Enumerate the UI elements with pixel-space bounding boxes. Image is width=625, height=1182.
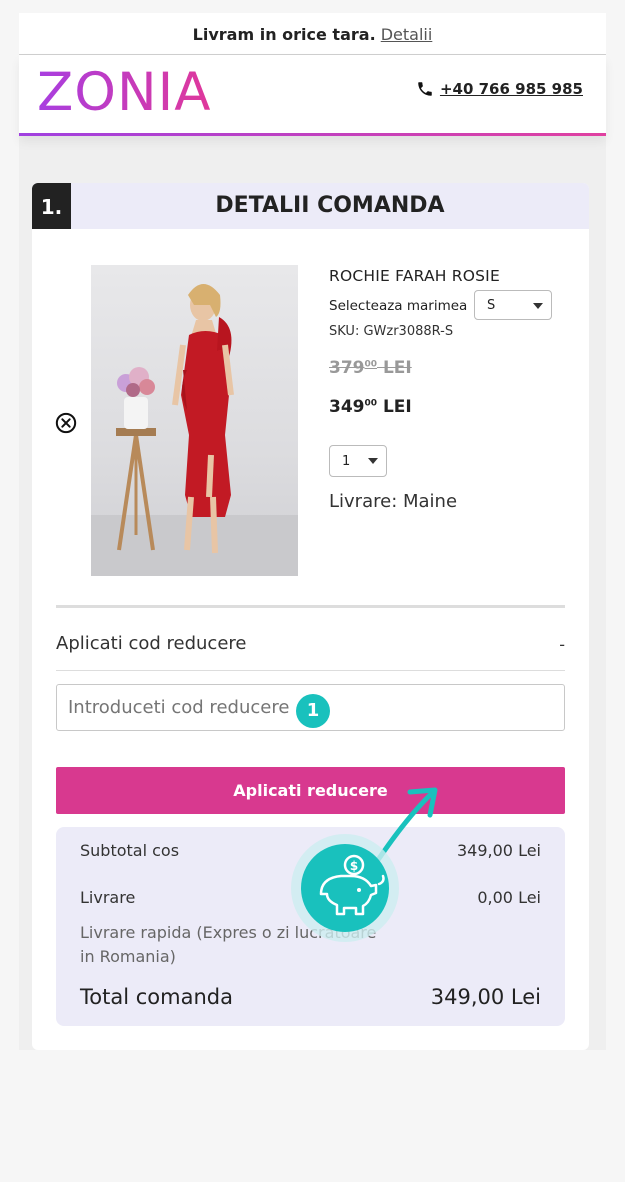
piggy-bank-icon: $ [291,834,399,942]
size-value: S [487,298,496,313]
shipping-label: Livrare [80,888,136,907]
site-header: ZONIA +40 766 985 985 [19,55,606,136]
delivery-estimate: Livrare: Maine [329,491,458,512]
discount-toggle-label[interactable]: Aplicati cod reducere [56,633,246,654]
current-price: 34900 LEI [329,397,412,417]
chevron-down-icon [533,303,543,309]
card-title: DETALII COMANDA [215,193,445,218]
product-name[interactable]: ROCHIE FARAH ROSIE [329,267,500,285]
card-header: 1. DETALII COMANDA [32,183,589,229]
step-number: 1. [32,183,71,229]
step-badge: 1 [296,694,330,728]
total-row: Total comanda 349,00 Lei [80,985,541,1009]
remove-icon[interactable] [55,412,77,434]
shipping-value: 0,00 Lei [477,888,541,907]
total-value: 349,00 Lei [430,985,541,1009]
chevron-down-icon [368,458,378,464]
old-price: 37900 LEI [329,358,412,378]
total-label: Total comanda [80,985,233,1009]
discount-toggle[interactable]: - [559,635,565,654]
product-sku: SKU: GWzr3088R-S [329,324,454,339]
shipping-notice-bar: Livram in orice tara. Detalii [19,13,606,55]
subtotal-value: 349,00 Lei [457,841,541,860]
divider [56,605,565,608]
phone-number: +40 766 985 985 [439,80,583,98]
subtotal-label: Subtotal cos [80,841,180,860]
divider [56,670,565,671]
logo[interactable]: ZONIA [37,61,212,125]
svg-text:$: $ [350,859,358,873]
phone-link[interactable]: +40 766 985 985 [416,80,583,98]
size-select[interactable]: S [474,290,552,320]
size-label: Selecteaza marimea [329,298,468,314]
details-link[interactable]: Detalii [381,25,433,44]
shipping-notice-text: Livram in orice tara. [192,25,376,44]
product-image[interactable] [91,265,298,576]
dress-photo [91,284,298,576]
phone-icon [418,82,432,96]
quantity-value: 1 [342,454,351,469]
quantity-select[interactable]: 1 [329,445,387,477]
apply-discount-button[interactable]: Aplicati reducere [56,767,565,814]
